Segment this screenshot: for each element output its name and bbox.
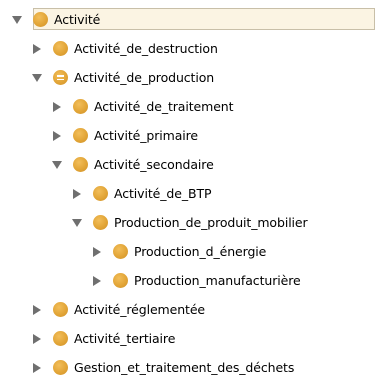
expand-toggle-expanded-icon[interactable] — [10, 13, 24, 27]
expand-toggle-expanded-icon[interactable] — [30, 71, 44, 85]
tree-node-label[interactable]: Activité_secondaire — [94, 157, 214, 172]
tree-node-label[interactable]: Gestion_et_traitement_des_déchets — [74, 360, 294, 375]
class-hierarchy-tree: Activité Activité_de_destruction Activité_… — [0, 5, 379, 382]
expand-toggle-collapsed-icon[interactable] — [50, 100, 64, 114]
class-icon — [113, 273, 128, 288]
equivalent-class-icon — [53, 70, 68, 85]
tree-node-label[interactable]: Activité_de_BTP — [114, 186, 212, 201]
expand-toggle-expanded-icon[interactable] — [70, 216, 84, 230]
tree-row[interactable]: Activité_secondaire — [0, 150, 379, 179]
class-icon — [73, 128, 88, 143]
expand-toggle-collapsed-icon[interactable] — [30, 361, 44, 375]
class-icon — [53, 302, 68, 317]
tree-node-label[interactable]: Production_manufacturière — [134, 273, 301, 288]
class-icon — [113, 244, 128, 259]
tree-row[interactable]: Production_d_énergie — [0, 237, 379, 266]
tree-node-label[interactable]: Production_de_produit_mobilier — [114, 215, 308, 230]
tree-row[interactable]: Activité_primaire — [0, 121, 379, 150]
tree-row[interactable]: Activité_de_BTP — [0, 179, 379, 208]
tree-node-label[interactable]: Activité_tertiaire — [74, 331, 175, 346]
class-icon — [73, 99, 88, 114]
tree-node-label[interactable]: Activité_de_destruction — [74, 41, 218, 56]
tree-row[interactable]: Activité_de_traitement — [0, 92, 379, 121]
expand-toggle-expanded-icon[interactable] — [50, 158, 64, 172]
expand-toggle-collapsed-icon[interactable] — [70, 187, 84, 201]
class-icon — [33, 12, 48, 27]
class-icon — [93, 215, 108, 230]
tree-node-label[interactable]: Activité_de_traitement — [94, 99, 234, 114]
tree-node-label[interactable]: Activité_de_production — [74, 70, 214, 85]
expand-toggle-collapsed-icon[interactable] — [30, 42, 44, 56]
class-icon — [73, 157, 88, 172]
class-icon — [53, 331, 68, 346]
expand-toggle-collapsed-icon[interactable] — [90, 245, 104, 259]
tree-row[interactable]: Gestion_et_traitement_des_déchets — [0, 353, 379, 382]
tree-node-label[interactable]: Activité_primaire — [94, 128, 198, 143]
tree-row[interactable]: Activité_de_production — [0, 63, 379, 92]
tree-node-label[interactable]: Activité_réglementée — [74, 302, 205, 317]
class-icon — [53, 41, 68, 56]
tree-node-label[interactable]: Production_d_énergie — [134, 244, 266, 259]
tree-row[interactable]: Activité_tertiaire — [0, 324, 379, 353]
expand-toggle-collapsed-icon[interactable] — [30, 332, 44, 346]
tree-row[interactable]: Production_manufacturière — [0, 266, 379, 295]
expand-toggle-collapsed-icon[interactable] — [50, 129, 64, 143]
class-icon — [93, 186, 108, 201]
expand-toggle-collapsed-icon[interactable] — [90, 274, 104, 288]
tree-row[interactable]: Production_de_produit_mobilier — [0, 208, 379, 237]
tree-row[interactable]: Activité_de_destruction — [0, 34, 379, 63]
tree-row[interactable]: Activité_réglementée — [0, 295, 379, 324]
tree-row[interactable]: Activité — [0, 5, 379, 34]
tree-node-label[interactable]: Activité — [54, 12, 100, 27]
expand-toggle-collapsed-icon[interactable] — [30, 303, 44, 317]
class-icon — [53, 360, 68, 375]
